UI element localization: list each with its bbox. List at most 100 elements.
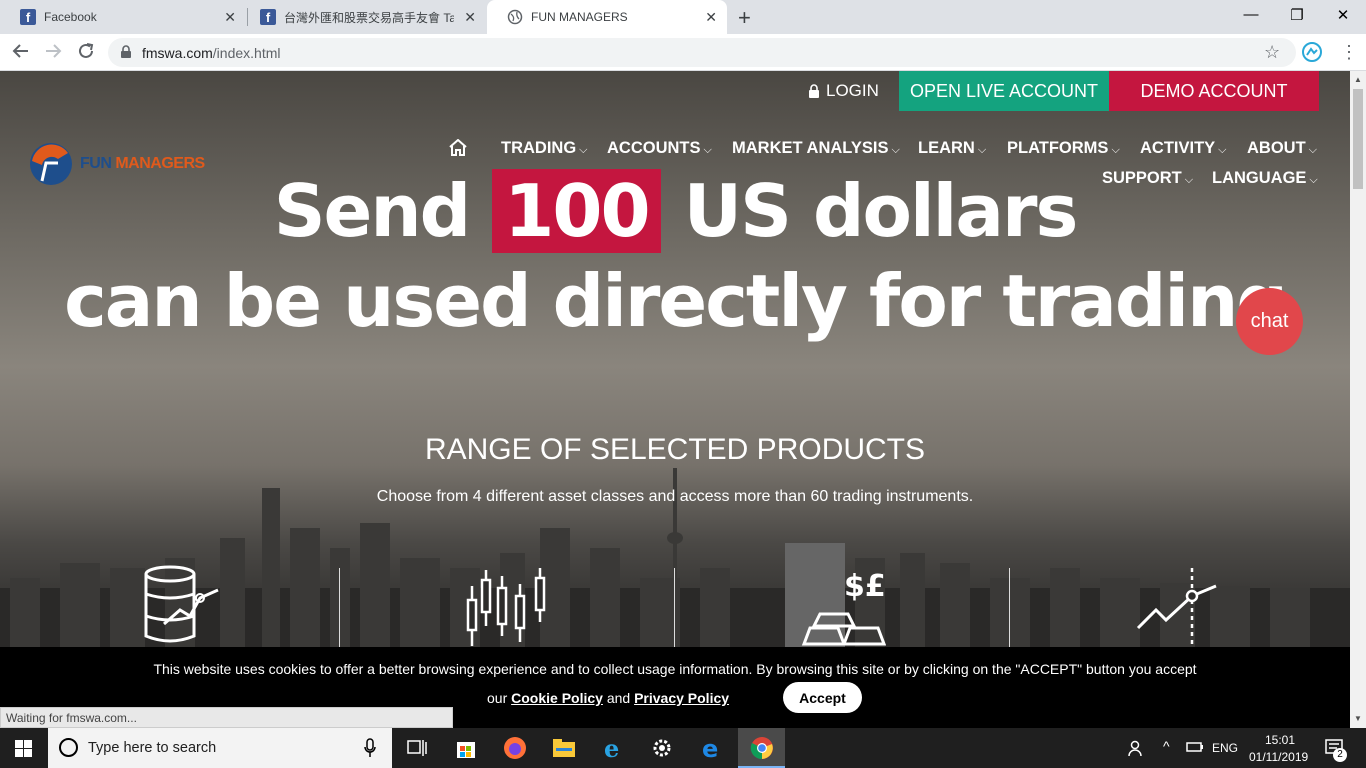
lock-icon[interactable] <box>120 45 132 64</box>
nav-learn[interactable]: LEARN ⌵ <box>918 139 986 158</box>
nav-label: ACCOUNTS <box>607 139 701 157</box>
candlestick-chart-icon[interactable] <box>462 566 550 648</box>
chrome-taskbar-button[interactable] <box>738 728 785 768</box>
facebook-icon: f <box>20 9 36 25</box>
bookmark-star-icon[interactable]: ☆ <box>1264 42 1280 63</box>
language-indicator[interactable]: ENG <box>1212 741 1238 755</box>
nav-label: ABOUT <box>1247 139 1306 157</box>
address-bar[interactable]: fmswa.com/index.html ☆ <box>108 38 1296 67</box>
tab-facebook[interactable]: f Facebook ✕ <box>0 0 246 34</box>
headline-highlight: 100 <box>492 169 661 253</box>
clock-date[interactable]: 01/11/2019 <box>1249 750 1308 764</box>
web-page: LOGIN OPEN LIVE ACCOUNT DEMO ACCOUNT FUN… <box>0 71 1350 728</box>
lock-icon <box>809 83 819 98</box>
new-tab-button[interactable]: + <box>738 5 751 31</box>
nav-label: MARKET ANALYSIS <box>732 139 889 157</box>
close-tab-icon[interactable]: ✕ <box>224 9 236 26</box>
status-bar: Waiting for fmswa.com... <box>0 707 453 728</box>
chevron-down-icon: ⌵ <box>977 144 987 156</box>
url-host: fmswa.com <box>142 45 213 61</box>
products-section-subtitle: Choose from 4 different asset classes an… <box>376 488 974 505</box>
restore-icon[interactable]: ❐ <box>1274 6 1320 24</box>
nav-label: TRADING <box>501 139 577 157</box>
tab-title: 台灣外匯和股票交易高手友會 Ta <box>284 10 454 25</box>
tab-title: FUN MANAGERS <box>531 10 628 24</box>
nav-market-analysis[interactable]: MARKET ANALYSIS ⌵ <box>732 139 900 158</box>
notification-count-badge: 2 <box>1333 748 1347 762</box>
hero-headline-line2: can be used directly for trading <box>64 259 1288 343</box>
svg-text:e: e <box>604 736 619 760</box>
headline-pre: Send <box>273 169 493 253</box>
login-label: LOGIN <box>826 81 879 100</box>
people-icon[interactable] <box>1127 739 1145 760</box>
forward-icon[interactable] <box>44 42 62 65</box>
windows-start-icon[interactable] <box>15 740 32 762</box>
cookie-policy-line: our Cookie Policy and Privacy Policy <box>487 690 729 706</box>
show-hidden-icons-chevron-icon[interactable]: ^ <box>1163 738 1170 754</box>
settings-gear-icon[interactable] <box>650 736 674 760</box>
facebook-icon: f <box>260 9 276 25</box>
nav-label: ACTIVITY <box>1140 139 1216 157</box>
url-text: fmswa.com/index.html <box>142 45 281 61</box>
chevron-down-icon: ⌵ <box>1308 144 1318 156</box>
chevron-down-icon: ⌵ <box>891 144 900 156</box>
nav-accounts[interactable]: ACCOUNTS ⌵ <box>607 139 712 158</box>
cookie-message: This website uses cookies to offer a bet… <box>153 661 1197 677</box>
back-icon[interactable] <box>12 42 30 65</box>
reload-icon[interactable] <box>77 42 95 65</box>
nav-label: PLATFORMS <box>1007 139 1109 157</box>
gold-bars-currency-icon[interactable]: $£ <box>800 568 886 648</box>
accept-cookies-button[interactable]: Accept <box>783 682 862 713</box>
cookie-and: and <box>602 690 635 706</box>
nav-trading[interactable]: TRADING ⌵ <box>501 139 588 158</box>
tab-fun-managers[interactable]: FUN MANAGERS ✕ <box>487 0 727 34</box>
edge-icon[interactable]: e <box>699 735 723 763</box>
battery-network-icon[interactable] <box>1186 740 1204 757</box>
microsoft-store-icon[interactable] <box>454 736 478 760</box>
headline-post: US dollars <box>660 169 1079 253</box>
chevron-down-icon: ⌵ <box>1218 144 1227 156</box>
tab-strip: f Facebook ✕ f 台灣外匯和股票交易高手友會 Ta ✕ FUN MA… <box>0 0 1366 34</box>
chat-button[interactable]: chat <box>1236 288 1303 355</box>
cortana-circle-icon <box>58 737 79 763</box>
index-trend-icon[interactable] <box>1136 566 1220 648</box>
microphone-icon[interactable] <box>364 738 376 763</box>
task-view-icon[interactable] <box>405 736 429 760</box>
windows-taskbar: Type here to search e e ^ ENG 15:01 01/1… <box>0 728 1366 768</box>
minimize-icon[interactable]: — <box>1228 6 1274 23</box>
login-link[interactable]: LOGIN <box>808 81 879 101</box>
scrollbar-thumb[interactable] <box>1353 89 1363 189</box>
tab-taiwan-group[interactable]: f 台灣外匯和股票交易高手友會 Ta ✕ <box>240 0 486 34</box>
extension-icon[interactable] <box>1301 41 1323 68</box>
toolbar: fmswa.com/index.html ☆ ⋮ <box>0 34 1366 71</box>
cookie-policy-link[interactable]: Cookie Policy <box>511 690 603 706</box>
firefox-icon[interactable] <box>503 736 527 760</box>
open-live-account-button[interactable]: OPEN LIVE ACCOUNT <box>899 71 1109 111</box>
menu-icon[interactable]: ⋮ <box>1340 42 1358 63</box>
clock-time[interactable]: 15:01 <box>1265 733 1295 747</box>
divider <box>674 568 675 648</box>
divider <box>339 568 340 648</box>
close-tab-icon[interactable]: ✕ <box>705 9 717 26</box>
scrollbar[interactable]: ▲ ▼ <box>1350 71 1366 728</box>
divider <box>1009 568 1010 648</box>
scroll-down-icon[interactable]: ▼ <box>1354 714 1362 723</box>
chrome-icon <box>750 737 773 760</box>
internet-explorer-icon[interactable]: e <box>601 734 625 763</box>
products-section-title: RANGE OF SELECTED PRODUCTS <box>424 433 926 466</box>
close-window-icon[interactable]: ✕ <box>1320 6 1366 24</box>
nav-activity[interactable]: ACTIVITY ⌵ <box>1140 139 1227 158</box>
oil-barrel-icon[interactable] <box>140 564 224 648</box>
home-icon[interactable] <box>449 138 467 161</box>
file-explorer-icon[interactable] <box>552 736 576 760</box>
chevron-down-icon: ⌵ <box>1111 144 1120 156</box>
nav-platforms[interactable]: PLATFORMS ⌵ <box>1007 139 1120 158</box>
hero-headline-line1: Send 100 US dollars <box>0 169 1350 253</box>
scroll-up-icon[interactable]: ▲ <box>1354 75 1362 84</box>
taskbar-search-box[interactable]: Type here to search <box>48 728 392 768</box>
url-path: /index.html <box>212 45 281 61</box>
demo-account-button[interactable]: DEMO ACCOUNT <box>1109 71 1319 111</box>
privacy-policy-link[interactable]: Privacy Policy <box>634 690 729 706</box>
close-tab-icon[interactable]: ✕ <box>464 9 476 26</box>
nav-about[interactable]: ABOUT ⌵ <box>1247 139 1317 158</box>
